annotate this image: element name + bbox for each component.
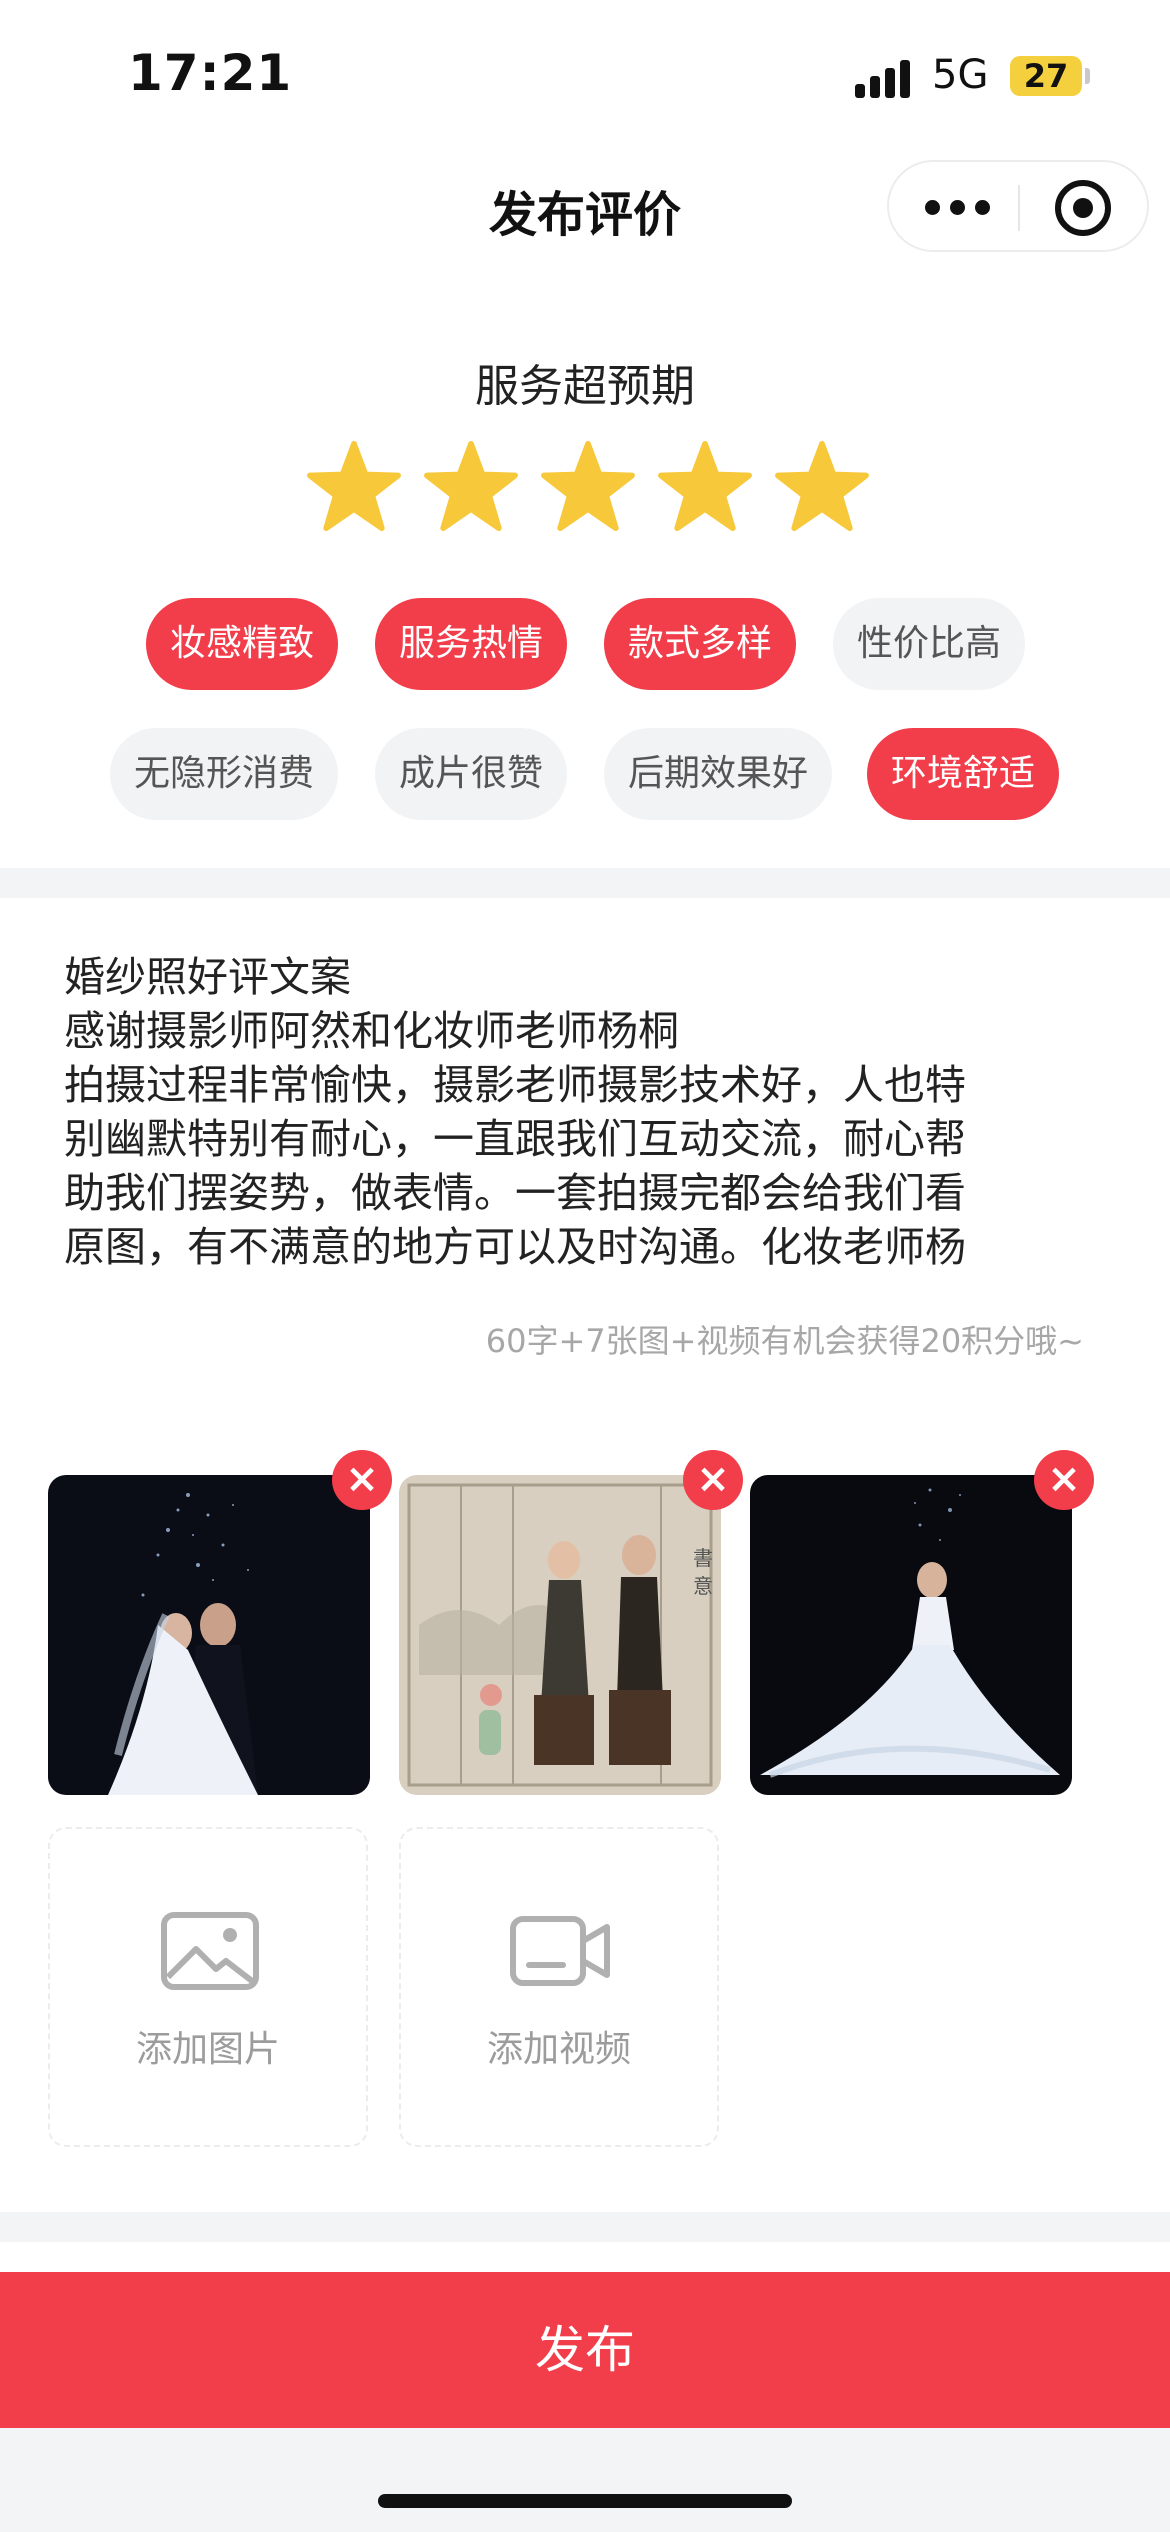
close-icon[interactable]: × <box>332 1450 392 1510</box>
status-time: 17:21 <box>128 44 293 102</box>
target-icon-dot <box>1073 198 1093 218</box>
star-icon[interactable] <box>423 440 519 532</box>
review-line: 别幽默特别有耐心，一直跟我们互动交流，耐心帮 <box>64 1115 966 1163</box>
review-line: 拍摄过程非常愉快，摄影老师摄影技术好，人也特 <box>64 1061 966 1109</box>
add-photo-label: 添加图片 <box>135 2029 280 2070</box>
review-line: 原图，有不满意的地方可以及时沟通。化妆老师杨 <box>64 1223 966 1271</box>
add-video-button[interactable] <box>399 1827 719 2147</box>
star-icon[interactable] <box>540 440 636 532</box>
add-video-label: 添加视频 <box>486 2029 631 2070</box>
network-type: 5G <box>932 52 989 98</box>
section-separator <box>0 868 1170 898</box>
tag-great-photos[interactable]: 成片很赞 <box>375 728 567 820</box>
battery-icon: 27 <box>1010 56 1082 96</box>
star-icon[interactable] <box>306 440 402 532</box>
review-line: 助我们摆姿势，做表情。一套拍摄完都会给我们看 <box>64 1169 966 1217</box>
star-icon[interactable] <box>774 440 870 532</box>
rating-label: 服务超预期 <box>475 361 695 412</box>
wedding-photo-couple[interactable] <box>48 1475 370 1795</box>
review-textarea[interactable]: 婚纱照好评文案 感谢摄影师阿然和化妆师老师杨桐 拍摄过程非常愉快，摄影老师摄影技… <box>64 950 1104 1280</box>
svg-text:書: 書 <box>693 1546 713 1570</box>
close-icon[interactable]: × <box>683 1450 743 1510</box>
qipao-photo-seated[interactable]: 書 意 <box>399 1475 721 1795</box>
image-icon <box>161 1912 259 1990</box>
section-separator <box>0 2212 1170 2242</box>
tag-makeup-delicate[interactable]: 妆感精致 <box>146 598 338 690</box>
star-icon[interactable] <box>657 440 753 532</box>
close-icon[interactable]: × <box>1034 1450 1094 1510</box>
tag-varied-styles[interactable]: 款式多样 <box>604 598 796 690</box>
bottom-safe-area <box>0 2428 1170 2532</box>
home-indicator <box>378 2494 792 2508</box>
tag-good-post-editing[interactable]: 后期效果好 <box>604 728 832 820</box>
add-photo-button[interactable] <box>48 1827 368 2147</box>
review-line: 婚纱照好评文案 <box>64 953 351 1001</box>
more-dots-icon[interactable] <box>925 188 991 228</box>
tag-comfortable-environment[interactable]: 环境舒适 <box>867 728 1059 820</box>
tag-no-hidden-fees[interactable]: 无隐形消费 <box>110 728 338 820</box>
capsule-divider <box>1018 185 1020 231</box>
signal-icon <box>855 58 915 98</box>
video-camera-icon <box>510 1916 610 1986</box>
reward-hint: 60字+7张图+视频有机会获得20积分哦~ <box>485 1322 1084 1360</box>
wedding-photo-gown[interactable] <box>750 1475 1072 1795</box>
publish-button[interactable]: 发布 <box>0 2272 1170 2428</box>
tag-warm-service[interactable]: 服务热情 <box>375 598 567 690</box>
svg-text:意: 意 <box>693 1574 713 1598</box>
review-line: 感谢摄影师阿然和化妆师老师杨桐 <box>64 1007 679 1055</box>
tag-value-for-money[interactable]: 性价比高 <box>833 598 1025 690</box>
battery-tip <box>1085 68 1090 84</box>
